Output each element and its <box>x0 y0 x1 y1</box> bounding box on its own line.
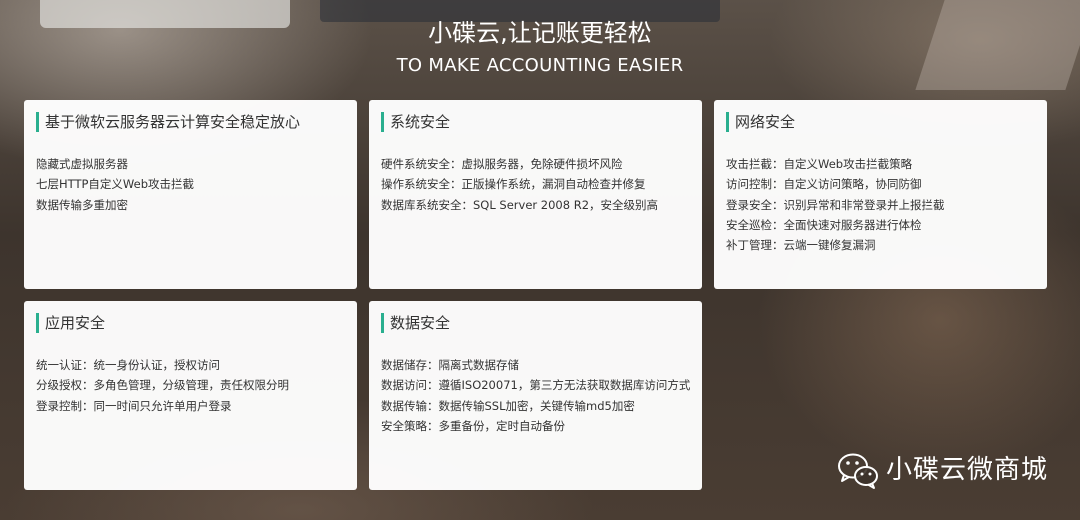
list-item: 登录控制：同一时间只允许单用户登录 <box>36 398 232 413</box>
page-title: 小碟云,让记账更轻松 <box>428 19 652 47</box>
list-item: 七层HTTP自定义Web攻击拦截 <box>36 177 195 192</box>
list-item: 数据库系统安全：SQL Server 2008 R2，安全级别高 <box>381 197 659 212</box>
list-item: 数据传输多重加密 <box>36 197 128 212</box>
list-item: 安全巡检：全面快速对服务器进行体检 <box>726 217 922 232</box>
card-title: 数据安全 <box>381 313 690 333</box>
card-cloud-server: 基于微软云服务器云计算安全稳定放心 隐藏式虚拟服务器 七层HTTP自定义Web攻… <box>24 100 357 289</box>
list-item: 安全策略：多重备份，定时自动备份 <box>381 418 565 433</box>
card-system-security: 系统安全 硬件系统安全：虚拟服务器，免除硬件损坏风险 操作系统安全：正版操作系统… <box>369 100 702 289</box>
watermark-text: 小碟云微商城 <box>886 455 1049 485</box>
list-item: 隐藏式虚拟服务器 <box>36 157 128 171</box>
card-title: 系统安全 <box>381 112 690 132</box>
list-item: 访问控制：自定义访问策略，协同防御 <box>726 177 922 192</box>
page-subtitle: TO MAKE ACCOUNTING EASIER <box>396 55 684 76</box>
list-item: 登录安全：识别异常和非常登录并上报拦截 <box>726 197 945 212</box>
card-feature-list: 统一认证：统一身份认证，授权访问 分级授权：多角色管理，分级管理，责任权限分明 … <box>36 355 345 416</box>
list-item: 统一认证：统一身份认证，授权访问 <box>36 358 220 372</box>
list-item: 数据储存：隔离式数据存储 <box>381 358 519 372</box>
card-network-security: 网络安全 攻击拦截：自定义Web攻击拦截策略 访问控制：自定义访问策略，协同防御… <box>714 100 1047 289</box>
list-item: 补丁管理：云端一键修复漏洞 <box>726 238 876 253</box>
list-item: 硬件系统安全：虚拟服务器，免除硬件损坏风险 <box>381 157 623 171</box>
list-item: 攻击拦截：自定义Web攻击拦截策略 <box>726 157 913 171</box>
wechat-watermark: 小碟云微商城 <box>836 450 1048 490</box>
card-data-security: 数据安全 数据储存：隔离式数据存储 数据访问：遵循ISO20071，第三方无法获… <box>369 301 702 490</box>
list-item: 数据访问：遵循ISO20071，第三方无法获取数据库访问方式 <box>381 378 690 393</box>
list-item: 操作系统安全：正版操作系统，漏洞自动检查并修复 <box>381 177 646 192</box>
card-application-security: 应用安全 统一认证：统一身份认证，授权访问 分级授权：多角色管理，分级管理，责任… <box>24 301 357 490</box>
list-item: 数据传输：数据传输SSL加密，关键传输md5加密 <box>381 398 635 413</box>
card-title: 基于微软云服务器云计算安全稳定放心 <box>36 112 345 132</box>
wechat-icon <box>838 453 878 489</box>
card-feature-list: 数据储存：隔离式数据存储 数据访问：遵循ISO20071，第三方无法获取数据库访… <box>381 355 690 436</box>
card-feature-list: 攻击拦截：自定义Web攻击拦截策略 访问控制：自定义访问策略，协同防御 登录安全… <box>726 154 1035 255</box>
page-heading: 小碟云,让记账更轻松 TO MAKE ACCOUNTING EASIER <box>0 16 1080 80</box>
card-feature-list: 硬件系统安全：虚拟服务器，免除硬件损坏风险 操作系统安全：正版操作系统，漏洞自动… <box>381 154 690 215</box>
list-item: 分级授权：多角色管理，分级管理，责任权限分明 <box>36 378 289 393</box>
card-feature-list: 隐藏式虚拟服务器 七层HTTP自定义Web攻击拦截 数据传输多重加密 <box>36 154 345 215</box>
card-title: 网络安全 <box>726 112 1035 132</box>
card-title: 应用安全 <box>36 313 345 333</box>
